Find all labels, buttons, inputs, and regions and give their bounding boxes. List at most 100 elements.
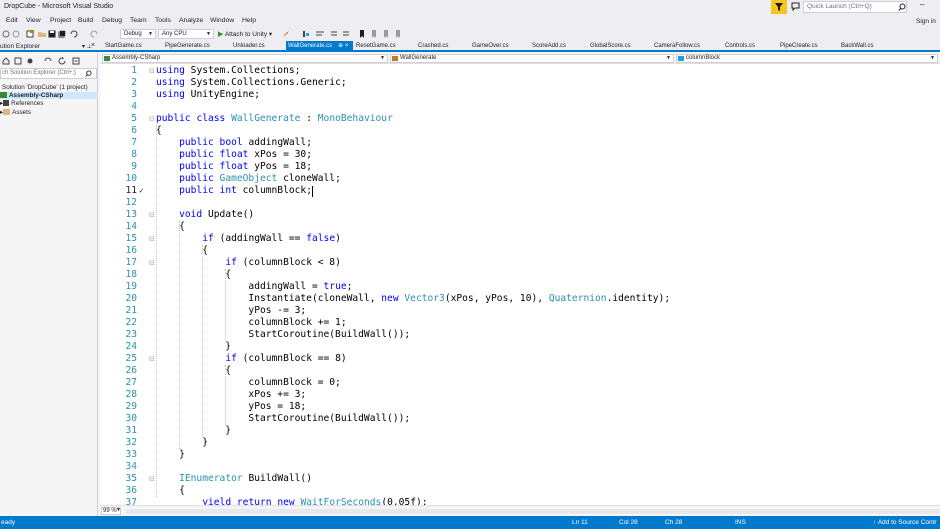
search-icon[interactable] — [85, 70, 92, 77]
code-line[interactable]: 6{ — [100, 125, 940, 137]
collapse-region-icon[interactable]: ⊟ — [149, 65, 155, 77]
code-line[interactable]: 24 } — [100, 341, 940, 353]
collapse-region-icon[interactable]: ⊟ — [149, 473, 155, 485]
code-text-area[interactable]: 1 ⊟ using System.Collections; 2 using System… — [100, 65, 940, 505]
code-line[interactable]: 2 using System.Collections.Generic; — [100, 77, 940, 89]
menu-debug[interactable]: Debug — [102, 17, 122, 24]
code-line[interactable]: 11 ✓ public int columnBlock; — [100, 185, 940, 197]
uncomment-icon[interactable] — [342, 30, 350, 38]
code-line[interactable]: 9 public float yPos = 18; — [100, 161, 940, 173]
new-project-icon[interactable] — [26, 30, 34, 38]
code-line[interactable]: 20 Instantiate(cloneWall, new Vector3(xP… — [100, 293, 940, 305]
menu-view[interactable]: View — [26, 17, 41, 24]
code-line[interactable]: 25 ⊟ if (columnBlock == 8) — [100, 353, 940, 365]
quick-action-icon[interactable]: ✓ — [139, 185, 144, 197]
close-icon[interactable]: × — [91, 42, 95, 49]
pending-changes-icon[interactable] — [26, 57, 34, 65]
project-dropdown[interactable]: Assembly-CSharp ▼ — [102, 54, 388, 63]
tab-backwall[interactable]: BackWall.cs — [839, 41, 873, 52]
tree-item-assets[interactable]: ▸ Assets — [0, 109, 31, 116]
tree-item-assembly-csharp[interactable]: Assembly-CSharp — [0, 92, 98, 99]
open-file-icon[interactable] — [38, 30, 46, 38]
tab-wallgenerate[interactable]: WallGenerate.cs ⊕ × — [286, 41, 353, 52]
code-line[interactable]: 31 } — [100, 425, 940, 437]
menu-analyze[interactable]: Analyze — [179, 17, 203, 24]
save-icon[interactable] — [48, 30, 56, 38]
code-line[interactable]: 7 public bool addingWall; — [100, 137, 940, 149]
code-line[interactable]: 32 } — [100, 437, 940, 449]
code-line[interactable]: 26 { — [100, 365, 940, 377]
menu-edit[interactable]: Edit — [6, 17, 18, 24]
code-line[interactable]: 5 ⊟ public class WallGenerate : MonoBehavi… — [100, 113, 940, 125]
bookmark-icon[interactable] — [358, 30, 366, 38]
undo-icon[interactable] — [70, 30, 78, 38]
switch-views-icon[interactable] — [14, 57, 22, 65]
code-line[interactable]: 13 ⊟ void Update() — [100, 209, 940, 221]
refresh-icon[interactable] — [58, 57, 66, 65]
code-line[interactable]: 36 { — [100, 485, 940, 497]
forward-icon[interactable] — [12, 30, 20, 38]
code-line[interactable]: 27 columnBlock = 0; — [100, 377, 940, 389]
back-icon[interactable] — [2, 30, 10, 38]
tab-unloader[interactable]: Unloader.cs — [231, 41, 265, 52]
collapse-all-icon[interactable] — [72, 57, 80, 65]
code-line[interactable]: 34 — [100, 461, 940, 473]
next-bookmark-icon[interactable] — [382, 30, 390, 38]
code-line[interactable]: 14 { — [100, 221, 940, 233]
quick-launch-input[interactable]: Quick Launch (Ctrl+Q) — [803, 1, 907, 13]
code-line[interactable]: 37 yield return new WaitForSeconds(0.05f… — [100, 497, 940, 505]
notifications-filter-button[interactable] — [771, 0, 787, 14]
redo-icon[interactable] — [90, 30, 98, 38]
code-line[interactable]: 17 ⊟ if (columnBlock < 8) — [100, 257, 940, 269]
menu-team[interactable]: Team — [130, 17, 147, 24]
tab-controls[interactable]: Controls.cs — [723, 41, 755, 52]
brush-icon[interactable] — [282, 30, 290, 38]
search-icon[interactable] — [898, 3, 906, 11]
sync-icon[interactable] — [44, 57, 52, 65]
code-line[interactable]: 1 ⊟ using System.Collections; — [100, 65, 940, 77]
code-line[interactable]: 18 { — [100, 269, 940, 281]
code-line[interactable]: 30 StartCoroutine(BuildWall()); — [100, 413, 940, 425]
horizontal-scrollbar[interactable] — [126, 509, 940, 514]
collapse-region-icon[interactable]: ⊟ — [149, 353, 155, 365]
tab-startgame[interactable]: StartGame.cs — [103, 41, 142, 52]
tree-item-references[interactable]: ▸ References — [0, 100, 43, 107]
configuration-dropdown[interactable]: Debug ▼ — [120, 29, 156, 39]
sign-in-link[interactable]: Sign in — [916, 18, 936, 25]
clear-bookmarks-icon[interactable] — [394, 30, 402, 38]
minimize-button[interactable]: – — [920, 0, 924, 9]
tab-pipegenerate[interactable]: PipeGenerate.cs — [163, 41, 210, 52]
code-line[interactable]: 4 — [100, 101, 940, 113]
step-icon[interactable] — [302, 30, 310, 38]
comment-icon[interactable] — [330, 30, 338, 38]
tab-crashed[interactable]: Crashed.cs — [416, 41, 448, 52]
code-line[interactable]: 29 yPos = 18; — [100, 401, 940, 413]
member-dropdown[interactable]: columnBlock ▼ — [676, 54, 938, 63]
code-line[interactable]: 35 ⊟ IEnumerator BuildWall() — [100, 473, 940, 485]
save-all-icon[interactable] — [58, 30, 66, 38]
solution-explorer-search-input[interactable]: ch Solution Explorer (Ctrl+;) — [0, 68, 97, 79]
code-line[interactable]: 33 } — [100, 449, 940, 461]
tab-camerafollow[interactable]: CameraFollow.cs — [652, 41, 700, 52]
tab-scoreadd[interactable]: ScoreAdd.cs — [530, 41, 566, 52]
close-icon[interactable]: ⊕ × — [338, 43, 348, 49]
tab-globalscore[interactable]: GlobalScore.cs — [588, 41, 631, 52]
code-line[interactable]: 22 columnBlock += 1; — [100, 317, 940, 329]
collapse-region-icon[interactable]: ⊟ — [149, 113, 155, 125]
code-line[interactable]: 3 using UnityEngine; — [100, 89, 940, 101]
platform-dropdown[interactable]: Any CPU ▼ — [158, 29, 214, 39]
code-line[interactable]: 23 StartCoroutine(BuildWall()); — [100, 329, 940, 341]
tab-gameover[interactable]: GameOver.cs — [470, 41, 509, 52]
menu-window[interactable]: Window — [210, 17, 234, 24]
tab-pipecreate[interactable]: PipeCreate.cs — [778, 41, 818, 52]
add-to-source-control-button[interactable]: ↑ Add to Source Contr — [873, 519, 937, 526]
code-line[interactable]: 12 — [100, 197, 940, 209]
menu-build[interactable]: Build — [78, 17, 93, 24]
collapse-region-icon[interactable]: ⊟ — [149, 257, 155, 269]
feedback-icon[interactable] — [791, 2, 800, 11]
tree-item-solution[interactable]: Solution 'DropCube' (1 project) — [2, 84, 88, 91]
menu-help[interactable]: Help — [242, 17, 256, 24]
code-line[interactable]: 19 addingWall = true; — [100, 281, 940, 293]
home-icon[interactable] — [2, 57, 10, 65]
menu-tools[interactable]: Tools — [155, 17, 171, 24]
